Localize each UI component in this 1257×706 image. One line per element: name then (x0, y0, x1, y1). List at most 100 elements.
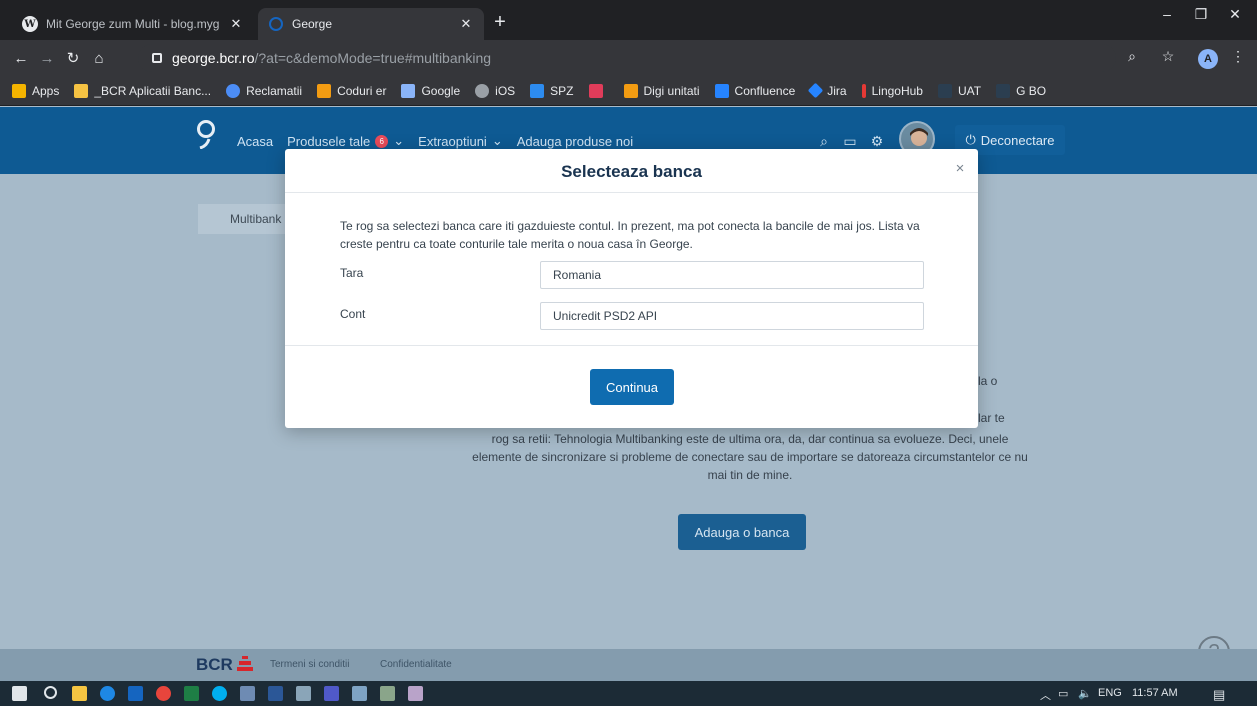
tab-multibanking[interactable]: Multibank (198, 204, 288, 234)
back-icon[interactable]: ← (8, 50, 34, 67)
windows-start-icon[interactable] (12, 686, 27, 701)
bookmark-jira[interactable]: Jira (807, 82, 847, 99)
new-tab-button[interactable]: + (488, 12, 512, 32)
chat-icon[interactable]: ▭ (841, 133, 859, 150)
tray-chevron-icon[interactable]: ︿ (1040, 687, 1051, 703)
bookmark-spz[interactable]: SPZ (530, 83, 574, 98)
windows-taskbar: ︿ ▭ 🔈 ENG 11:57 AM ▤ (0, 681, 1257, 706)
browser-toolbar: ← → ↻ ⌂ george.bcr.ro /?at=c&demoMode=tr… (0, 40, 1257, 76)
bookmark-music[interactable] (588, 83, 609, 98)
bookmark-uat[interactable]: UAT (937, 83, 981, 98)
bookmark-coduri[interactable]: Coduri er (317, 83, 387, 98)
bookmark-google[interactable]: Google (401, 83, 461, 98)
wordpress-icon: W (22, 16, 38, 32)
bookmark-label: Confluence (734, 83, 796, 98)
photos-icon[interactable] (352, 686, 367, 701)
sheet-icon (317, 83, 332, 98)
battery-icon[interactable]: ▭ (1058, 687, 1068, 700)
modal-header: Selecteaza banca × (285, 149, 978, 193)
bookmark-star-icon[interactable]: ☆ (1158, 48, 1178, 65)
url-host: george.bcr.ro (172, 50, 255, 66)
bookmark-reclamatii[interactable]: Reclamatii (226, 83, 303, 98)
bookmark-label: Digi unitati (643, 83, 700, 98)
modal-description: Te rog sa selectezi banca care iti gazdu… (340, 219, 920, 251)
minimize-icon[interactable]: – (1152, 6, 1182, 22)
word-icon[interactable] (268, 686, 283, 701)
language-indicator[interactable]: ENG (1098, 687, 1122, 699)
products-count-badge: 6 (375, 134, 389, 148)
add-bank-button[interactable]: Adauga o banca (678, 514, 806, 550)
modal-footer-divider (285, 345, 978, 346)
address-bar[interactable]: george.bcr.ro /?at=c&demoMode=true#multi… (138, 44, 1116, 72)
main-nav: Acasa Produsele tale 6 ⌄ Extraoptiuni ⌄ … (237, 133, 647, 149)
bookmark-label: Google (421, 83, 461, 98)
nav-products[interactable]: Produsele tale 6 ⌄ (287, 133, 404, 149)
apple-icon (475, 83, 490, 98)
window-close-icon[interactable]: ✕ (1220, 6, 1250, 23)
edge-icon[interactable] (100, 686, 115, 701)
nav-add-products[interactable]: Adauga produse noi (517, 134, 633, 149)
app-icon[interactable] (240, 686, 255, 701)
confluence-icon (714, 83, 729, 98)
bookmark-lingohub[interactable]: LingoHub (861, 83, 923, 98)
account-select[interactable]: Unicredit PSD2 API (540, 302, 924, 330)
multibanking-notice: rog sa retii: Tehnologia Multibanking es… (472, 432, 1028, 482)
menu-kebab-icon[interactable]: ⋮ (1228, 48, 1248, 65)
volume-icon[interactable]: 🔈 (1078, 687, 1092, 700)
notifications-icon[interactable]: ▤ (1213, 687, 1225, 703)
skype-icon[interactable] (212, 686, 227, 701)
music-icon (588, 83, 603, 98)
tab-title: George (292, 17, 333, 31)
nav-home[interactable]: Acasa (237, 134, 273, 149)
bookmark-apps[interactable]: Apps (12, 83, 59, 98)
reload-icon[interactable]: ↻ (60, 49, 86, 67)
bookmark-ios[interactable]: iOS (475, 83, 516, 98)
bookmark-label: iOS (495, 83, 516, 98)
nav-products-label: Produsele tale (287, 133, 371, 149)
excel-icon[interactable] (184, 686, 199, 701)
browser-tab-blog[interactable]: W Mit George zum Multi - blog.myg ✕ (12, 8, 254, 40)
home-icon[interactable]: ⌂ (86, 50, 112, 67)
continue-button[interactable]: Continua (590, 369, 674, 405)
google-icon (401, 83, 416, 98)
app-icon[interactable] (296, 686, 311, 701)
snipping-icon[interactable] (408, 686, 423, 701)
chevron-down-icon: ⌄ (393, 133, 405, 148)
terms-link[interactable]: Termeni si conditii (270, 659, 349, 670)
gear-icon[interactable]: ⚙ (868, 133, 886, 150)
bookmark-label: Coduri er (337, 83, 387, 98)
lock-icon (152, 53, 162, 63)
chrome-icon[interactable] (156, 686, 171, 701)
background-text-fragment: lar te (978, 411, 1005, 425)
bookmark-gbo[interactable]: G BO (996, 83, 1046, 98)
outlook-icon[interactable] (128, 686, 143, 701)
paint-icon[interactable] (380, 686, 395, 701)
close-icon[interactable]: × (952, 161, 968, 177)
bookmark-bcr-apps[interactable]: _BCR Aplicatii Banc... (74, 83, 211, 98)
restore-icon[interactable]: ❐ (1186, 6, 1216, 23)
nav-extras[interactable]: Extraoptiuni ⌄ (418, 133, 503, 149)
george-logo-icon[interactable] (195, 119, 217, 149)
browser-tab-strip: W Mit George zum Multi - blog.myg ✕ Geor… (0, 0, 1257, 40)
bookmark-label: Reclamatii (246, 83, 303, 98)
search-icon[interactable]: ⌕ (815, 133, 833, 150)
profile-avatar[interactable]: A (1198, 49, 1218, 69)
country-select[interactable]: Romania (540, 261, 924, 289)
file-explorer-icon[interactable] (72, 686, 87, 701)
clock[interactable]: 11:57 AM (1132, 687, 1178, 699)
lingohub-icon (861, 83, 866, 98)
privacy-link[interactable]: Confidentialitate (380, 659, 452, 670)
browser-tab-george[interactable]: George ✕ (258, 8, 484, 40)
bookmark-label: Jira (827, 83, 847, 98)
zoom-icon[interactable]: ⌕ (1122, 48, 1142, 65)
bookmarks-bar: Apps _BCR Aplicatii Banc... Reclamatii C… (0, 76, 1257, 106)
jira-icon (807, 82, 824, 99)
nav-extras-label: Extraoptiuni (418, 133, 487, 149)
bookmark-digi[interactable]: Digi unitati (623, 83, 700, 98)
teams-icon[interactable] (324, 686, 339, 701)
forward-icon[interactable]: → (34, 50, 60, 67)
search-icon[interactable] (44, 686, 57, 699)
close-icon[interactable]: ✕ (228, 16, 244, 32)
close-icon[interactable]: ✕ (458, 16, 474, 32)
bookmark-confluence[interactable]: Confluence (714, 83, 796, 98)
